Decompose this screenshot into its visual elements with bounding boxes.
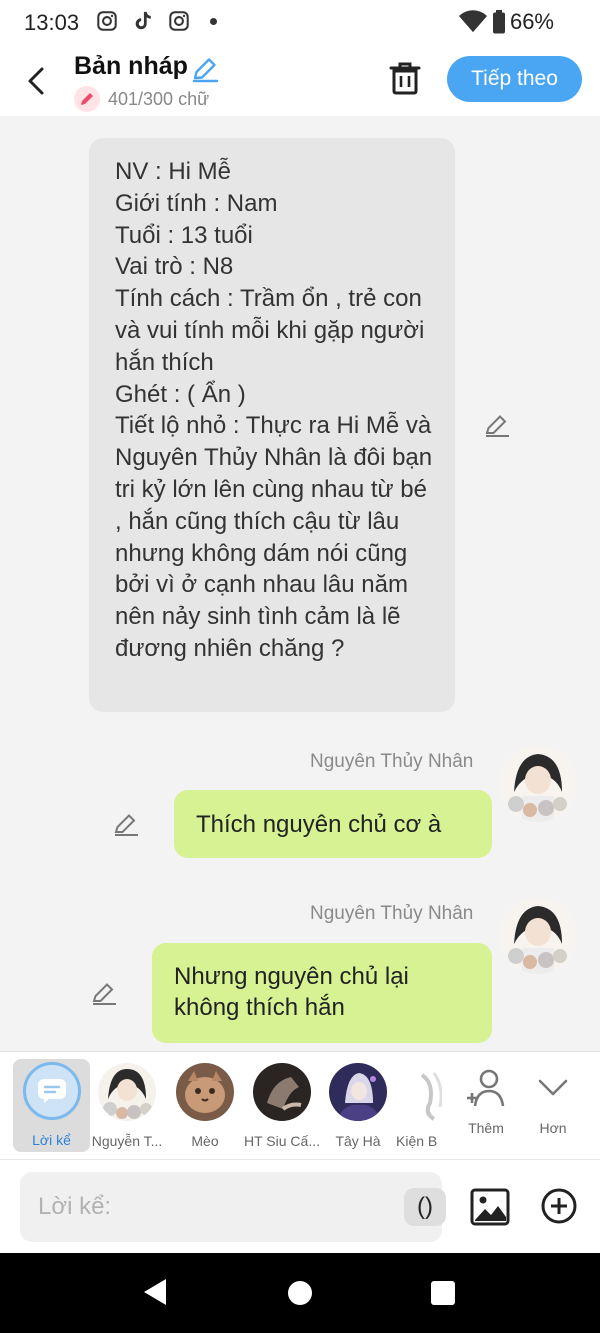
character-item[interactable]: Mèo — [165, 1060, 245, 1149]
character-item[interactable]: HT Siu Cấ... — [242, 1060, 322, 1149]
notification-icons — [96, 10, 217, 32]
back-arrow-icon[interactable] — [22, 64, 52, 98]
character-avatar-image — [500, 898, 576, 974]
next-button[interactable]: Tiếp theo — [447, 56, 582, 102]
character-avatar — [404, 1063, 442, 1121]
word-count: 401/300 chữ — [108, 88, 210, 109]
edit-message-icon[interactable] — [112, 810, 140, 838]
avatar[interactable] — [500, 746, 576, 822]
page-title: Bản nháp — [74, 52, 188, 80]
character-selector: Lời kể Nguyễn T... Mèo HT Siu Cấ... Tây … — [0, 1051, 600, 1159]
character-label: Tây Hà — [335, 1133, 381, 1149]
character-label: Lời kể — [32, 1132, 71, 1148]
character-item[interactable]: Tây Hà — [318, 1060, 398, 1149]
narration-bubble[interactable]: NV : Hi Mễ Giới tính : Nam Tuổi : 13 tuổ… — [89, 138, 455, 712]
message-sender: Nguyên Thủy Nhân — [310, 903, 474, 924]
character-label: Nguyễn T... — [91, 1133, 163, 1149]
avatar[interactable] — [500, 898, 576, 974]
nav-home-icon[interactable] — [287, 1280, 313, 1306]
word-count-row: 401/300 chữ — [74, 86, 209, 112]
message-bubble[interactable]: Nhưng nguyên chủ lại không thích hắn — [152, 943, 492, 1043]
parenthesis-button[interactable]: () — [404, 1188, 446, 1226]
add-person-icon — [467, 1069, 505, 1107]
character-label: HT Siu Cấ... — [244, 1133, 320, 1149]
character-narrator[interactable]: Lời kể — [13, 1059, 90, 1152]
dot-icon — [210, 17, 217, 25]
character-label: Kiện B — [396, 1133, 438, 1149]
character-label: Hơn — [539, 1120, 567, 1136]
character-avatar — [98, 1063, 156, 1121]
instagram-icon — [97, 11, 117, 31]
character-avatar — [329, 1063, 387, 1121]
nav-recents-icon[interactable] — [430, 1280, 456, 1306]
battery-percent: 66% — [509, 9, 554, 34]
wifi-icon — [458, 10, 487, 32]
more-characters-button[interactable]: Hơn — [513, 1060, 593, 1136]
instagram-icon — [169, 11, 189, 31]
edit-title-icon[interactable] — [190, 54, 220, 84]
status-time: 13:03 — [24, 10, 80, 35]
character-avatar — [176, 1063, 234, 1121]
composer-bar: () — [0, 1159, 600, 1253]
add-circle-icon[interactable] — [540, 1187, 578, 1225]
narrator-icon — [22, 1062, 81, 1120]
edit-narration-icon[interactable] — [483, 411, 511, 439]
pen-badge-icon — [74, 86, 100, 112]
character-avatar-image — [500, 746, 576, 822]
character-item[interactable]: Nguyễn T... — [87, 1060, 167, 1149]
image-icon[interactable] — [470, 1187, 510, 1227]
message-bubble[interactable]: Thích nguyên chủ cơ à — [174, 790, 492, 858]
composer-box: () — [20, 1172, 446, 1242]
character-item[interactable]: Kiện B — [392, 1060, 442, 1149]
app-header: Bản nháp 401/300 chữ Tiếp theo — [0, 46, 600, 116]
system-status: 66% — [458, 9, 554, 35]
system-navigation-bar — [0, 1253, 600, 1333]
character-label: Mèo — [191, 1133, 219, 1149]
message-sender: Nguyên Thủy Nhân — [310, 751, 474, 772]
trash-icon[interactable] — [388, 60, 422, 96]
tiktok-icon — [135, 11, 151, 30]
battery-icon — [492, 10, 505, 34]
nav-back-icon[interactable] — [142, 1277, 168, 1307]
character-avatar — [253, 1063, 311, 1121]
edit-message-icon[interactable] — [90, 979, 118, 1007]
status-bar: 13:03 66% — [0, 0, 600, 46]
message-input[interactable] — [38, 1187, 358, 1227]
chevron-down-icon — [538, 1079, 568, 1096]
